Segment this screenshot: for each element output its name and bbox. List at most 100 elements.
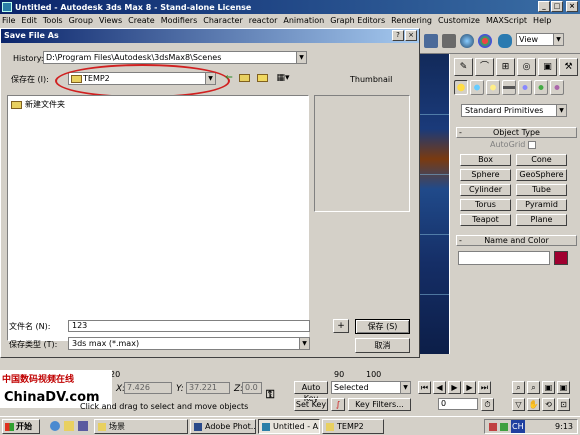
viewport[interactable] <box>420 54 449 354</box>
geosphere-button[interactable]: GeoSphere <box>516 169 567 181</box>
desktop-quicklaunch-icon[interactable] <box>78 421 88 431</box>
taskbar-item-photoshop[interactable]: Adobe Phot... <box>190 419 256 434</box>
cone-button[interactable]: Cone <box>516 154 567 166</box>
zoom-icon[interactable]: ⌕ <box>512 381 525 394</box>
menu-modifiers[interactable]: Modifiers <box>161 16 198 25</box>
create-tab-icon[interactable]: ✎ <box>454 58 473 76</box>
new-folder-icon[interactable] <box>257 73 269 84</box>
menu-customize[interactable]: Customize <box>438 16 480 25</box>
maximize-button[interactable]: □ <box>551 1 563 12</box>
quick-render-icon[interactable] <box>498 34 512 48</box>
object-name-field[interactable] <box>458 251 550 265</box>
menu-maxscript[interactable]: MAXScript <box>486 16 527 25</box>
menu-views[interactable]: Views <box>99 16 122 25</box>
pan-icon[interactable]: ✋ <box>527 398 540 411</box>
cancel-button[interactable]: 取消 <box>355 338 410 353</box>
time-config-icon[interactable]: ⏱ <box>481 398 494 411</box>
geometry-icon[interactable] <box>454 80 468 95</box>
file-list[interactable]: 新建文件夹 <box>7 95 309 341</box>
name-color-rollout-header[interactable]: - Name and Color <box>456 235 577 246</box>
current-frame-field[interactable]: 0 <box>438 398 478 410</box>
toolbar-icon[interactable] <box>442 34 456 48</box>
set-key-button[interactable]: Set Key <box>294 398 328 411</box>
systems-icon[interactable] <box>550 80 564 95</box>
autogrid-checkbox[interactable]: AutoGrid <box>490 140 537 149</box>
torus-button[interactable]: Torus <box>460 199 511 211</box>
utilities-tab-icon[interactable]: ⚒ <box>559 58 578 76</box>
teapot-button[interactable]: Teapot <box>460 214 511 226</box>
menu-group[interactable]: Group <box>69 16 93 25</box>
filetype-dropdown[interactable]: 3ds max (*.max) ▼ <box>68 337 310 350</box>
default-tangent-icon[interactable]: ∫ <box>331 398 345 411</box>
lights-icon[interactable] <box>486 80 500 95</box>
up-folder-icon[interactable] <box>239 73 251 84</box>
key-filters-button[interactable]: Key Filters... <box>348 398 411 411</box>
tray-icon[interactable] <box>500 423 508 431</box>
taskbar-item-scene[interactable]: 场景 <box>94 419 188 434</box>
motion-tab-icon[interactable]: ◎ <box>517 58 536 76</box>
z-coord-field[interactable]: 0.0 <box>242 382 262 394</box>
menu-edit[interactable]: Edit <box>21 16 37 25</box>
field-of-view-icon[interactable]: ▽ <box>512 398 525 411</box>
menu-create[interactable]: Create <box>128 16 155 25</box>
render-view-dropdown[interactable]: View ▼ <box>516 33 564 46</box>
orbit-icon[interactable]: ⟲ <box>542 398 555 411</box>
dialog-help-button[interactable]: ? <box>392 30 404 41</box>
space-warps-icon[interactable] <box>534 80 548 95</box>
zoom-all-icon[interactable]: ⌕ <box>527 381 540 394</box>
taskbar-item-3dsmax[interactable]: Untitled - A... <box>258 419 320 434</box>
minimize-button[interactable]: _ <box>538 1 550 12</box>
sphere-button[interactable]: Sphere <box>460 169 511 181</box>
increment-filename-button[interactable]: + <box>333 319 349 333</box>
dialog-close-button[interactable]: × <box>405 30 417 41</box>
goto-end-icon[interactable]: ⏭ <box>478 381 491 394</box>
modify-tab-icon[interactable]: ⌒ <box>475 58 494 76</box>
y-coord-field[interactable]: 37.221 <box>186 382 230 394</box>
key-set-dropdown[interactable]: Selected ▼ <box>331 381 411 394</box>
maximize-viewport-icon[interactable]: ⊡ <box>557 398 570 411</box>
key-mode-icon[interactable]: ⚿ <box>266 388 274 402</box>
material-editor-icon[interactable] <box>460 34 474 48</box>
menu-file[interactable]: File <box>2 16 15 25</box>
zoom-extents-icon[interactable]: ▣ <box>542 381 555 394</box>
tray-icon[interactable] <box>489 423 497 431</box>
box-button[interactable]: Box <box>460 154 511 166</box>
explorer-quicklaunch-icon[interactable] <box>64 421 74 431</box>
view-menu-icon[interactable]: ▦▾ <box>273 73 293 84</box>
object-type-rollout-header[interactable]: - Object Type <box>456 127 577 138</box>
3dsmax-app-icon[interactable] <box>2 2 12 12</box>
zoom-extents-all-icon[interactable]: ▣ <box>557 381 570 394</box>
cylinder-button[interactable]: Cylinder <box>460 184 511 196</box>
auto-key-button[interactable]: Auto Key <box>294 381 328 403</box>
back-arrow-icon[interactable]: ⇐ <box>223 73 235 84</box>
history-dropdown[interactable]: D:\Program Files\Autodesk\3dsMax8\Scenes… <box>43 51 307 64</box>
toolbar-icon[interactable] <box>424 34 438 48</box>
primitive-type-dropdown[interactable]: Standard Primitives ▼ <box>461 104 567 117</box>
x-coord-field[interactable]: 7.426 <box>124 382 172 394</box>
display-tab-icon[interactable]: ▣ <box>538 58 557 76</box>
goto-start-icon[interactable]: ⏮ <box>418 381 431 394</box>
save-button[interactable]: 保存 (S) <box>355 319 410 334</box>
close-button[interactable]: × <box>566 1 578 12</box>
tube-button[interactable]: Tube <box>516 184 567 196</box>
taskbar-item-temp2[interactable]: TEMP2 <box>322 419 384 434</box>
hierarchy-tab-icon[interactable]: ⊞ <box>496 58 515 76</box>
cameras-icon[interactable] <box>502 80 516 95</box>
next-frame-icon[interactable]: ▶ <box>463 381 476 394</box>
menu-graph-editors[interactable]: Graph Editors <box>330 16 385 25</box>
helpers-icon[interactable] <box>518 80 532 95</box>
prev-frame-icon[interactable]: ◀ <box>433 381 446 394</box>
ime-indicator[interactable]: CH <box>511 420 525 433</box>
filename-input[interactable]: 123 <box>68 320 310 332</box>
pyramid-button[interactable]: Pyramid <box>516 199 567 211</box>
ie-quicklaunch-icon[interactable] <box>50 421 60 431</box>
menu-character[interactable]: Character <box>203 16 243 25</box>
list-item[interactable]: 新建文件夹 <box>11 99 65 110</box>
render-scene-icon[interactable] <box>478 34 492 48</box>
start-button[interactable]: 开始 <box>2 419 40 434</box>
menu-tools[interactable]: Tools <box>43 16 63 25</box>
menu-help[interactable]: Help <box>533 16 551 25</box>
menu-animation[interactable]: Animation <box>283 16 324 25</box>
menu-rendering[interactable]: Rendering <box>391 16 432 25</box>
play-icon[interactable]: ▶ <box>448 381 461 394</box>
